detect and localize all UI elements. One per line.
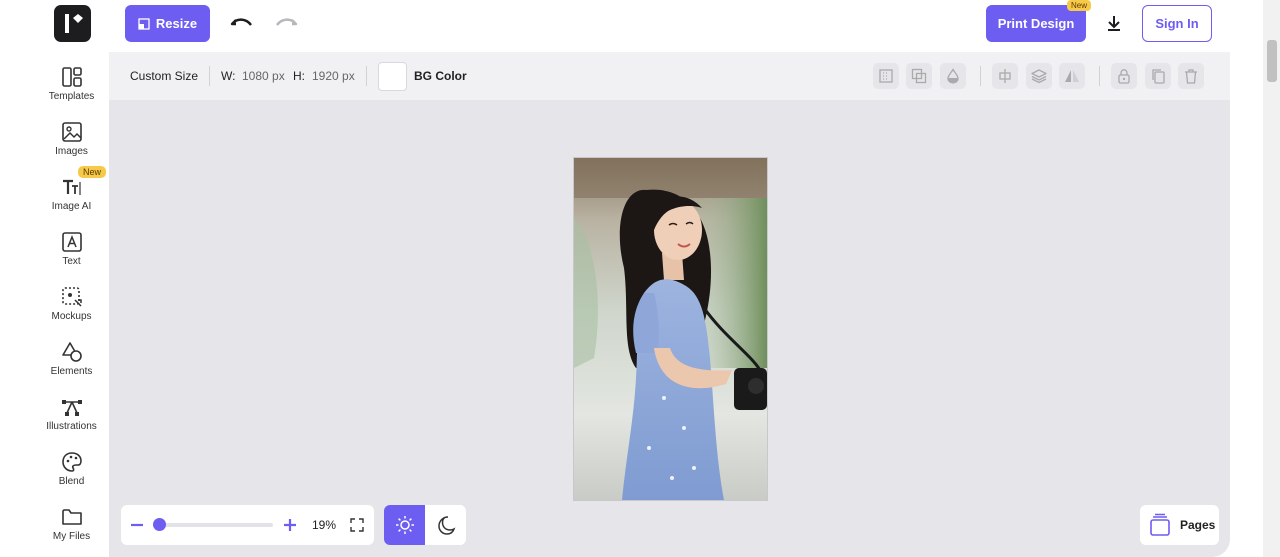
layers-tool[interactable] bbox=[1026, 63, 1052, 89]
download-icon[interactable] bbox=[1104, 13, 1124, 33]
sidebar-item-label: Images bbox=[55, 146, 88, 157]
trash-icon bbox=[1185, 69, 1197, 84]
mockups-icon bbox=[61, 287, 82, 307]
transparency-tool[interactable] bbox=[873, 63, 899, 89]
scrollbar-thumb[interactable] bbox=[1267, 40, 1277, 82]
width-label: W: bbox=[221, 69, 236, 83]
sidebar-item-illustrations[interactable]: Illustrations bbox=[34, 394, 109, 444]
pages-label: Pages bbox=[1180, 518, 1216, 532]
sun-icon bbox=[395, 516, 414, 534]
image-icon bbox=[61, 122, 82, 142]
new-badge: New bbox=[1067, 0, 1092, 11]
sign-in-button[interactable]: Sign In bbox=[1142, 5, 1212, 42]
design-canvas[interactable]: 19% Pages bbox=[109, 100, 1230, 557]
properties-bar: Custom Size W: 1080 px H: 1920 px BG Col… bbox=[109, 52, 1230, 100]
divider bbox=[1099, 66, 1100, 86]
divider bbox=[366, 66, 367, 86]
zoom-slider-handle[interactable] bbox=[153, 518, 166, 531]
photo-image bbox=[574, 158, 767, 500]
redo-icon[interactable] bbox=[274, 12, 298, 36]
sidebar-item-label: Image AI bbox=[51, 201, 92, 212]
sidebar-item-templates[interactable]: Templates bbox=[34, 64, 109, 114]
zoom-percent: 19% bbox=[312, 518, 337, 532]
sidebar-item-label: My Files bbox=[52, 531, 91, 542]
sidebar-item-images[interactable]: Images bbox=[34, 119, 109, 169]
bg-color-label[interactable]: BG Color bbox=[414, 69, 467, 83]
sidebar-item-my-files[interactable]: My Files bbox=[34, 504, 109, 554]
sidebar-item-label: Templates bbox=[48, 91, 95, 102]
divider bbox=[209, 66, 210, 86]
fullscreen-icon[interactable] bbox=[350, 518, 364, 532]
sidebar-item-label: Elements bbox=[50, 366, 93, 377]
canvas-photo[interactable] bbox=[573, 157, 768, 501]
resize-button[interactable]: Resize bbox=[125, 5, 210, 42]
sidebar-item-image-ai[interactable]: New Image AI bbox=[34, 166, 109, 224]
app-logo[interactable] bbox=[54, 5, 91, 42]
opacity-tool[interactable] bbox=[940, 63, 966, 89]
width-value[interactable]: 1080 px bbox=[242, 69, 285, 83]
sidebar-item-label: Text bbox=[62, 256, 81, 267]
drop-icon bbox=[947, 68, 959, 84]
duplicate-tool[interactable] bbox=[1145, 63, 1171, 89]
top-bar: Resize Print Design New Sign In bbox=[0, 0, 1230, 52]
templates-icon bbox=[61, 67, 82, 87]
undo-icon[interactable] bbox=[230, 12, 254, 36]
resize-icon bbox=[138, 17, 150, 30]
height-value[interactable]: 1920 px bbox=[312, 69, 355, 83]
moon-icon bbox=[437, 516, 455, 535]
delete-tool[interactable] bbox=[1178, 63, 1204, 89]
transparency-icon bbox=[879, 69, 893, 83]
sidebar-item-label: Illustrations bbox=[46, 421, 97, 432]
sign-in-label: Sign In bbox=[1155, 16, 1199, 31]
sidebar-item-elements[interactable]: Elements bbox=[34, 339, 109, 389]
illustrations-icon bbox=[61, 400, 82, 416]
overlap-icon bbox=[911, 68, 927, 84]
zoom-in-icon[interactable] bbox=[283, 518, 297, 532]
flip-tool[interactable] bbox=[1059, 63, 1085, 89]
pages-button[interactable]: Pages bbox=[1140, 505, 1219, 545]
left-sidebar: Templates Images New Image AI Text Mocku… bbox=[34, 52, 109, 557]
height-label: H: bbox=[293, 69, 305, 83]
sidebar-item-text[interactable]: Text bbox=[34, 229, 109, 279]
layers-icon bbox=[1031, 69, 1047, 84]
arrange-tool[interactable] bbox=[906, 63, 932, 89]
dark-mode-button[interactable] bbox=[425, 505, 466, 545]
sidebar-item-blend[interactable]: Blend bbox=[34, 449, 109, 499]
palette-icon bbox=[61, 452, 82, 472]
flip-icon bbox=[1065, 70, 1079, 82]
resize-label: Resize bbox=[155, 16, 198, 31]
duplicate-icon bbox=[1152, 69, 1165, 84]
zoom-out-icon[interactable] bbox=[130, 518, 144, 532]
zoom-slider-track[interactable] bbox=[155, 523, 273, 527]
size-preset-label[interactable]: Custom Size bbox=[130, 69, 198, 83]
zoom-control: 19% bbox=[121, 505, 374, 545]
light-mode-button[interactable] bbox=[384, 505, 425, 545]
pages-icon bbox=[1150, 513, 1170, 536]
logo-icon bbox=[65, 14, 83, 33]
print-design-label: Print Design bbox=[997, 16, 1075, 31]
sidebar-item-label: Mockups bbox=[51, 311, 92, 322]
divider bbox=[980, 66, 981, 86]
theme-toggle bbox=[384, 505, 466, 545]
lock-tool[interactable] bbox=[1111, 63, 1137, 89]
text-icon bbox=[61, 232, 82, 252]
page-scrollbar[interactable] bbox=[1263, 0, 1280, 557]
align-tool[interactable] bbox=[992, 63, 1018, 89]
folder-icon bbox=[61, 509, 82, 525]
elements-icon bbox=[61, 342, 82, 362]
align-center-icon bbox=[999, 69, 1011, 83]
bg-color-swatch[interactable] bbox=[378, 62, 407, 91]
image-ai-icon bbox=[62, 179, 81, 195]
sidebar-item-label: Blend bbox=[58, 476, 85, 487]
lock-icon bbox=[1118, 69, 1130, 84]
new-badge: New bbox=[78, 166, 107, 178]
sidebar-item-mockups[interactable]: Mockups bbox=[34, 284, 109, 334]
